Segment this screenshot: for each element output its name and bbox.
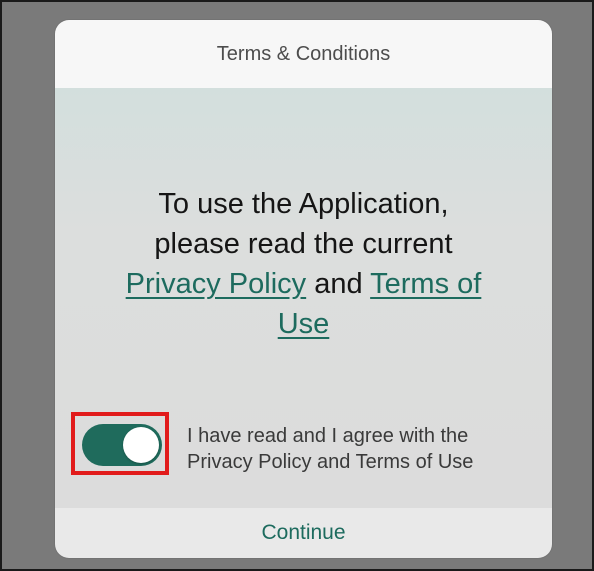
continue-button[interactable]: Continue xyxy=(55,508,552,558)
agree-toggle[interactable] xyxy=(82,424,162,466)
consent-label-line-2: Privacy Policy and Terms of Use xyxy=(187,451,474,473)
dialog-content: To use the Application, please read the … xyxy=(55,88,552,508)
terms-of-use-link-continued[interactable]: Use xyxy=(278,308,330,340)
terms-message: To use the Application, please read the … xyxy=(55,184,552,344)
consent-row: I have read and I agree with the Privacy… xyxy=(55,404,552,484)
continue-label: Continue xyxy=(261,521,346,544)
toggle-knob xyxy=(123,427,159,463)
message-line-4: Use xyxy=(55,304,552,344)
consent-label: I have read and I agree with the Privacy… xyxy=(187,423,547,475)
terms-of-use-link[interactable]: Terms of xyxy=(370,268,481,300)
message-line-3: Privacy Policy and Terms of xyxy=(55,264,552,304)
consent-label-line-1: I have read and I agree with the xyxy=(187,425,469,447)
dialog-title: Terms & Conditions xyxy=(216,42,391,65)
dialog-header: Terms & Conditions xyxy=(55,20,552,88)
message-line-1: To use the Application, xyxy=(158,188,449,220)
terms-dialog: Terms & Conditions To use the Applicatio… xyxy=(55,20,552,558)
app-screen: Terms & Conditions To use the Applicatio… xyxy=(0,0,594,571)
message-and-text: and xyxy=(306,268,371,300)
message-line-2: please read the current xyxy=(154,228,453,260)
privacy-policy-link[interactable]: Privacy Policy xyxy=(126,268,307,300)
